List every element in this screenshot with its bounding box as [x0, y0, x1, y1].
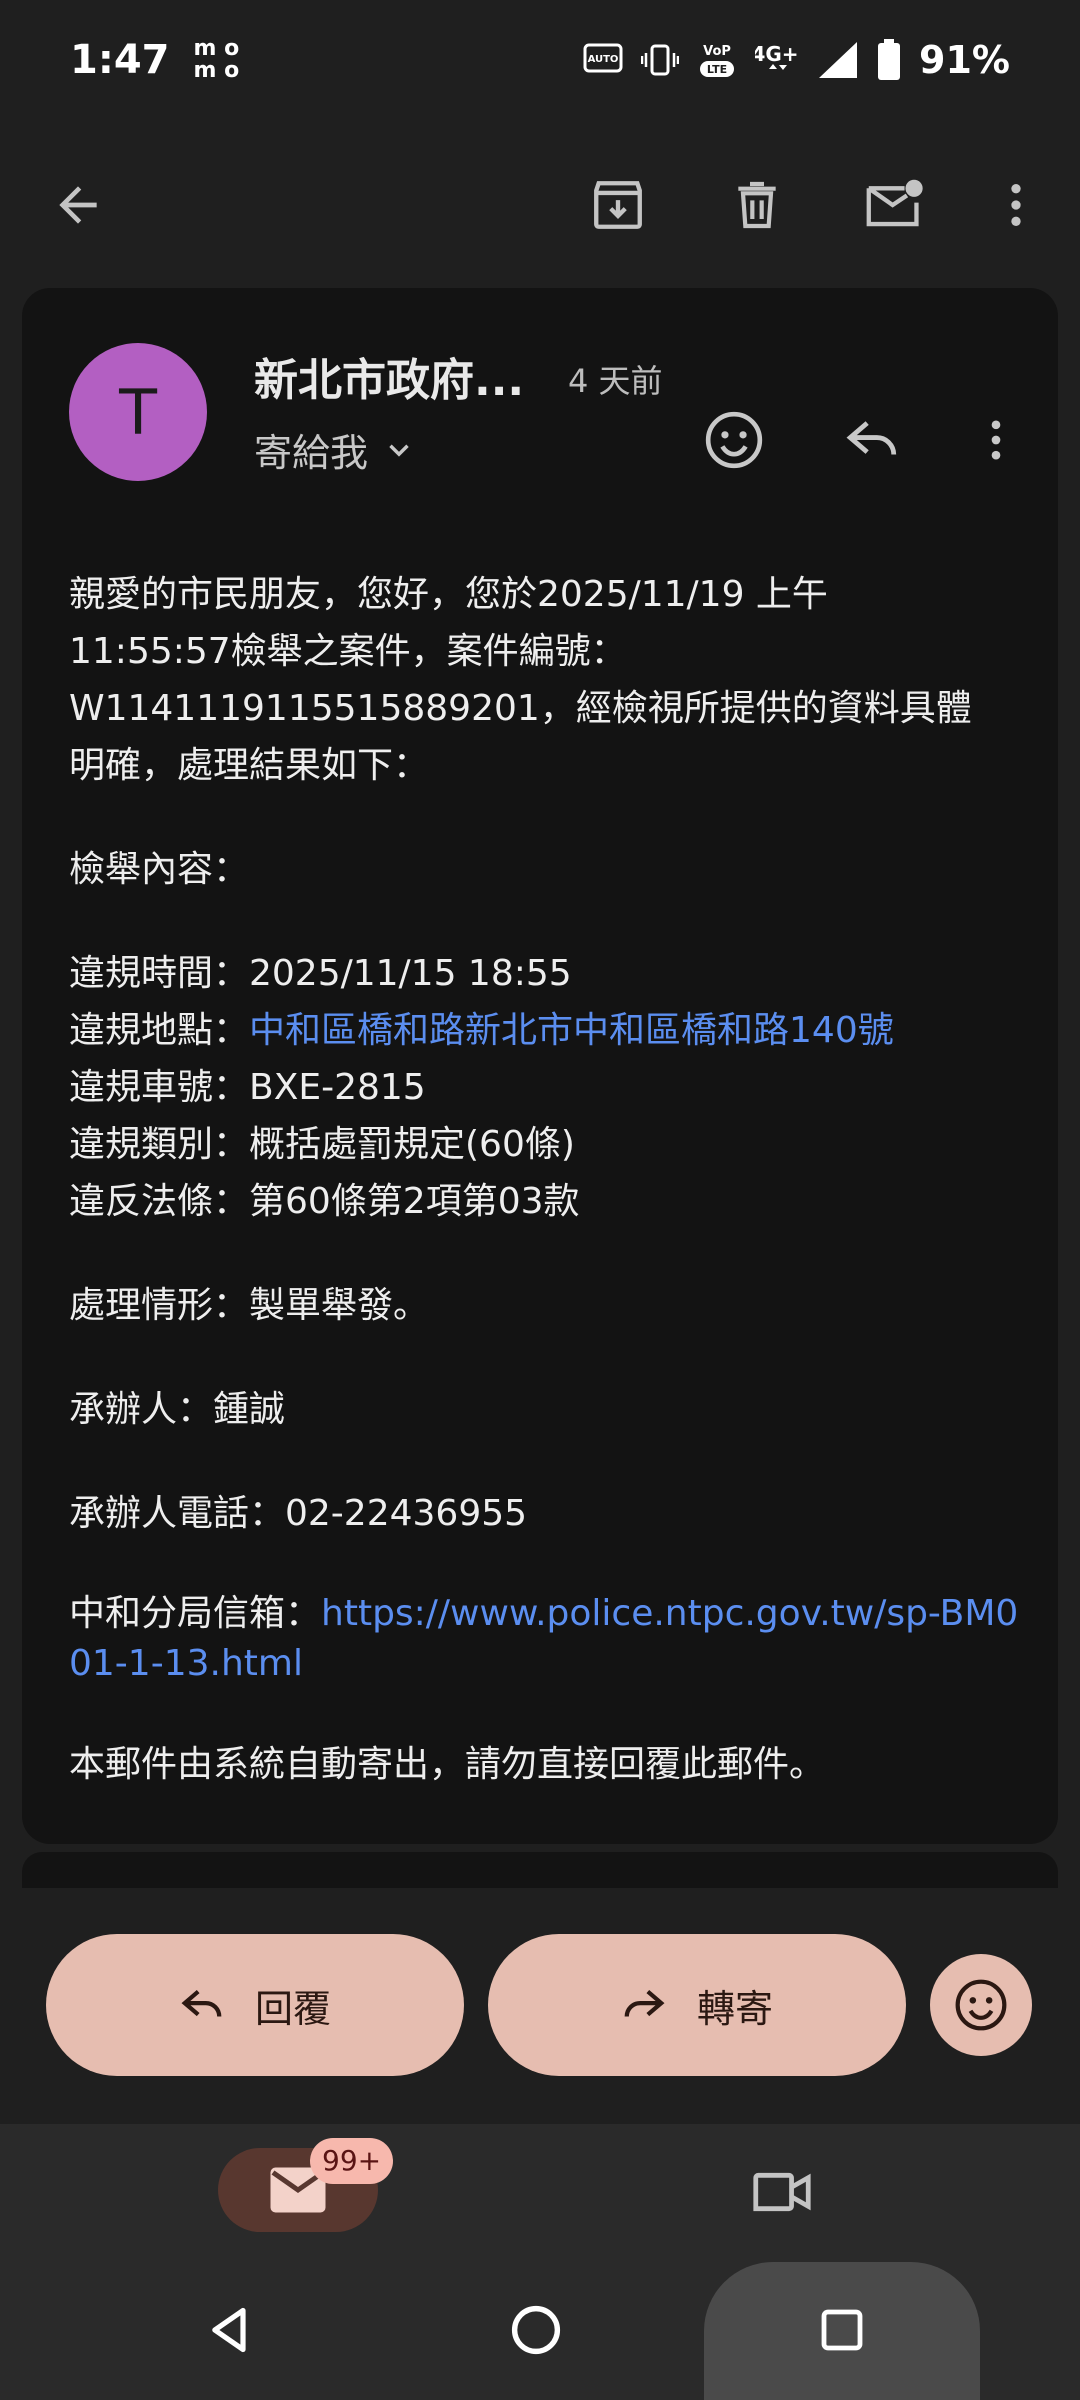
body-line: 明確，處理結果如下：	[69, 745, 430, 786]
carrier-logo: m o m o	[193, 36, 240, 83]
archive-icon	[594, 181, 642, 229]
status-time: 1:47	[70, 37, 170, 83]
back-button[interactable]	[38, 165, 118, 245]
status-icons: AUTO VoP LTE 4G+ 91%	[583, 38, 1010, 82]
body-line: 親愛的市民朋友，您好，您於2025/11/19 上午	[69, 574, 828, 615]
more-options-button[interactable]	[976, 165, 1056, 245]
violation-time: 違規時間：2025/11/15 18:55	[69, 953, 572, 994]
battery-icon	[878, 39, 901, 80]
square-recents-icon	[821, 2309, 863, 2351]
body-line: W1141119115515889201，經檢視所提供的資料具體	[69, 688, 972, 729]
volte-icon: VoP LTE	[700, 44, 735, 77]
violation-place: 違規地點：中和區橋和路新北市中和區橋和路140號	[69, 1002, 1029, 1059]
reply-icon-button[interactable]	[832, 400, 912, 480]
archive-button[interactable]	[578, 165, 658, 245]
violation-place-label: 違規地點：	[69, 1010, 250, 1051]
more-vert-icon	[1011, 184, 1021, 226]
circle-home-icon	[511, 2305, 561, 2355]
chevron-down-icon	[389, 444, 409, 457]
sent-time: 4 天前	[568, 362, 663, 400]
handling-status: 處理情形：製單舉發。	[69, 1285, 430, 1326]
recipient-toggle[interactable]: 寄給我	[254, 422, 416, 477]
svg-text:4G+: 4G+	[755, 42, 799, 66]
system-navigation	[0, 2262, 1080, 2400]
sender-name[interactable]: 新北市政府...	[254, 344, 524, 408]
system-recents-button[interactable]	[802, 2290, 882, 2370]
emoji-icon	[705, 411, 763, 469]
unread-badge: 99+	[310, 2138, 394, 2184]
body-line: 11:55:57檢舉之案件，案件編號：	[69, 631, 627, 672]
recipient-label: 寄給我	[254, 431, 369, 475]
mark-unread-button[interactable]	[855, 165, 935, 245]
video-icon	[753, 2172, 811, 2212]
signal-icon	[819, 42, 858, 78]
delete-button[interactable]	[717, 165, 797, 245]
auto-sent-notice: 本郵件由系統自動寄出，請勿直接回覆此郵件。	[69, 1744, 826, 1785]
email-body: 親愛的市民朋友，您好，您於2025/11/19 上午 11:55:57檢舉之案件…	[69, 566, 1029, 1793]
reply-icon	[181, 1989, 222, 2017]
arrow-left-icon	[59, 186, 97, 224]
officer-phone: 承辦人電話：02-22436955	[69, 1493, 528, 1534]
nav-meet-tab[interactable]	[742, 2152, 822, 2232]
screen: 1:47 m o m o AUTO VoP LTE 4G+ 91% T 新北市政…	[0, 0, 1080, 2400]
reply-button[interactable]: 回覆	[46, 1934, 464, 2076]
violated-law: 違反法條：第60條第2項第03款	[69, 1181, 580, 1222]
top-app-bar	[0, 120, 1080, 290]
mailbox-label: 中和分局信箱：	[69, 1593, 322, 1634]
svg-text:AUTO: AUTO	[588, 54, 619, 65]
content-heading: 檢舉內容：	[69, 849, 250, 890]
email-card: T 新北市政府... 4 天前 寄給我 親愛的市民朋友，您好，您於2025/11…	[22, 288, 1058, 1844]
message-more-button[interactable]	[956, 400, 1036, 480]
forward-icon	[624, 1989, 665, 2017]
more-vert-icon	[991, 420, 1001, 460]
bottom-navigation: 99+	[0, 2124, 1080, 2262]
triangle-back-icon	[212, 2307, 246, 2353]
forward-button[interactable]: 轉寄	[488, 1934, 906, 2076]
violation-place-link[interactable]: 中和區橋和路新北市中和區橋和路140號	[249, 1010, 894, 1051]
action-bar: 回覆 轉寄	[0, 1888, 1080, 2124]
next-message-peek	[22, 1852, 1058, 1888]
svg-text:VoP: VoP	[703, 44, 731, 59]
vibrate-icon	[641, 44, 680, 76]
reply-icon	[846, 421, 897, 455]
status-bar: 1:47 m o m o AUTO VoP LTE 4G+ 91%	[0, 0, 1080, 120]
officer-name: 承辦人：鍾誠	[69, 1389, 286, 1430]
system-back-button[interactable]	[190, 2290, 270, 2370]
trash-icon	[738, 181, 776, 229]
network-4g-icon: 4G+	[755, 42, 799, 70]
auto-hz-icon: AUTO	[583, 43, 623, 73]
violation-category: 違規類別：概括處罰規定(60條)	[69, 1124, 575, 1165]
emoji-icon	[955, 1979, 1007, 2031]
forward-label: 轉寄	[696, 1986, 773, 2031]
add-reaction-button[interactable]	[694, 400, 774, 480]
violation-plate: 違規車號：BXE-2815	[69, 1067, 426, 1108]
system-home-button[interactable]	[496, 2290, 576, 2370]
reply-label: 回覆	[254, 1986, 331, 2031]
mailbox-line: 中和分局信箱：https://www.police.ntpc.gov.tw/sp…	[69, 1589, 1029, 1689]
battery-percent: 91%	[919, 38, 1010, 82]
sender-avatar[interactable]: T	[69, 343, 207, 481]
mail-unread-icon	[866, 179, 923, 227]
svg-text:LTE: LTE	[707, 63, 727, 76]
react-button[interactable]	[930, 1954, 1032, 2056]
